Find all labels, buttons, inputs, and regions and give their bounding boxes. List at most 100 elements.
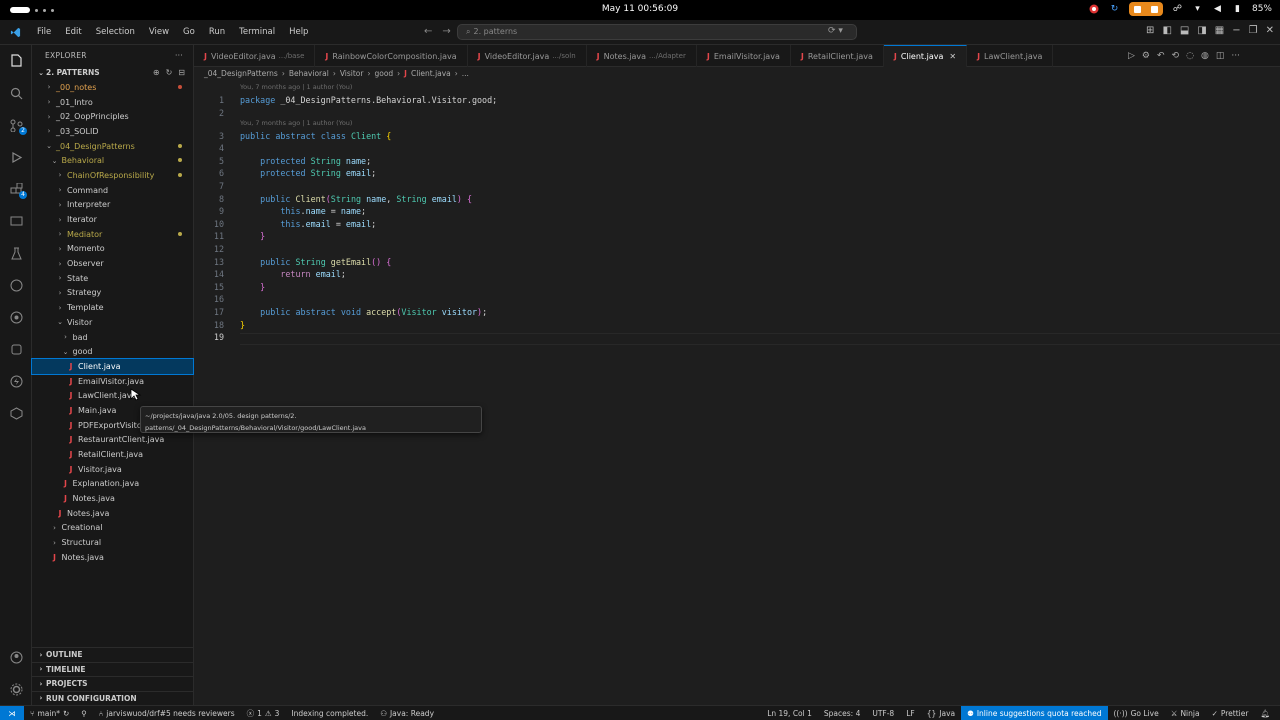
workspace-root[interactable]: ⌄ 2. PATTERNS ⊕ ↻ ⊟: [32, 65, 193, 80]
indentation[interactable]: Spaces: 4: [818, 709, 866, 718]
source-control-icon[interactable]: 2: [8, 117, 27, 135]
tree-folder[interactable]: › Iterator: [32, 212, 193, 227]
tree-file[interactable]: J LawClient.java: [32, 388, 193, 403]
code-line[interactable]: 3 public abstract class Client {: [194, 130, 1280, 143]
cursor-position[interactable]: Ln 19, Col 1: [761, 709, 818, 718]
copilot-chat-icon[interactable]: [8, 309, 24, 325]
tree-folder[interactable]: ⌄ Behavioral: [32, 153, 193, 168]
github-icon[interactable]: [8, 277, 24, 293]
notifications-bell-icon[interactable]: 🔔︎: [1254, 709, 1276, 718]
ninja-status[interactable]: ⚔ Ninja: [1165, 709, 1206, 718]
remote-explorer-icon[interactable]: [8, 213, 24, 229]
tree-file[interactable]: J Client.java: [31, 358, 194, 375]
tree-folder[interactable]: › State: [32, 271, 193, 286]
menu-edit[interactable]: Edit: [58, 27, 88, 37]
new-file-icon[interactable]: ⊕: [153, 68, 160, 77]
code-line[interactable]: 6 protected String email;: [194, 167, 1280, 180]
menu-file[interactable]: File: [30, 27, 58, 37]
editor-tab[interactable]: J VideoEditor.java .../soln: [468, 45, 587, 67]
tree-folder[interactable]: › Interpreter: [32, 198, 193, 213]
timeline-icon[interactable]: ⟲: [1172, 51, 1180, 61]
open-changes-icon[interactable]: ◌: [1186, 51, 1194, 61]
docker-icon[interactable]: [8, 341, 24, 357]
command-center[interactable]: ⌕ 2. patterns: [457, 24, 857, 40]
breadcrumb-item[interactable]: _04_DesignPatterns: [204, 69, 278, 78]
tree-file[interactable]: J Notes.java: [32, 506, 193, 521]
tree-folder[interactable]: › _03_SOLID: [32, 124, 193, 139]
copilot-icon[interactable]: ⟳ ▾: [828, 26, 843, 36]
section-run-configuration[interactable]: › RUN CONFIGURATION: [32, 690, 194, 706]
menu-help[interactable]: Help: [282, 27, 315, 37]
encoding[interactable]: UTF-8: [866, 709, 900, 718]
tree-folder[interactable]: ⌄ good: [32, 344, 193, 359]
tree-folder[interactable]: › _02_OopPrinciples: [32, 109, 193, 124]
code-line[interactable]: 4: [194, 142, 1280, 155]
code-lens-author[interactable]: You, 7 months ago | 1 author (You): [240, 83, 352, 91]
breadcrumb-item[interactable]: Behavioral: [289, 69, 329, 78]
end-of-line[interactable]: LF: [900, 709, 921, 718]
language-mode[interactable]: {} Java: [921, 709, 961, 718]
volume-icon[interactable]: ◀: [1212, 4, 1223, 15]
account-icon[interactable]: [8, 649, 24, 665]
settings-gear-icon[interactable]: [8, 681, 24, 697]
indexing-status[interactable]: Indexing completed.: [285, 709, 374, 718]
toggle-primary-sidebar-icon[interactable]: ◧: [1162, 25, 1171, 36]
code-line[interactable]: 18}: [194, 319, 1280, 332]
tree-folder[interactable]: › Observer: [32, 256, 193, 271]
java-status[interactable]: ⚇ Java: Ready: [374, 709, 440, 718]
chrome-icon[interactable]: [1089, 4, 1100, 15]
compare-icon[interactable]: ◍: [1201, 51, 1209, 61]
editor-tab[interactable]: J RetailClient.java: [791, 45, 884, 67]
tree-folder[interactable]: › _00_notes: [32, 80, 193, 95]
tree-folder[interactable]: › Structural: [32, 535, 193, 550]
tree-folder[interactable]: › Template: [32, 300, 193, 315]
code-line[interactable]: 5 protected String name;: [194, 155, 1280, 168]
workspace-indicator[interactable]: [10, 7, 30, 13]
prettier-status[interactable]: ✓ Prettier: [1206, 709, 1255, 718]
code-line[interactable]: 2: [194, 107, 1280, 120]
wifi-icon[interactable]: ▾: [1192, 4, 1203, 15]
run-debug-icon[interactable]: [8, 149, 24, 165]
editor-tab[interactable]: J VideoEditor.java .../base: [194, 45, 316, 67]
recording-indicator[interactable]: [1128, 2, 1163, 16]
restore-icon[interactable]: ❐: [1249, 25, 1258, 36]
code-line[interactable]: 15 }: [194, 281, 1280, 294]
close-window-icon[interactable]: ✕: [1266, 25, 1274, 36]
remote-indicator-icon[interactable]: ⋊: [0, 705, 24, 720]
accounts-icon[interactable]: ⊞: [1146, 25, 1154, 36]
tree-file[interactable]: J EmailVisitor.java: [32, 374, 193, 389]
tree-folder[interactable]: › bad: [32, 330, 193, 345]
lightning-icon[interactable]: [8, 373, 24, 389]
toggle-panel-icon[interactable]: ⬓: [1180, 25, 1189, 36]
search-icon[interactable]: [8, 85, 24, 101]
tree-folder[interactable]: › Momento: [32, 242, 193, 257]
split-editor-icon[interactable]: ◫: [1216, 51, 1225, 61]
editor-tab[interactable]: J RainbowColorComposition.java: [315, 45, 468, 67]
menu-terminal[interactable]: Terminal: [232, 27, 282, 37]
tree-file[interactable]: J RetailClient.java: [32, 447, 193, 462]
menu-selection[interactable]: Selection: [89, 27, 142, 37]
git-branch[interactable]: ⑂ main* ↻: [24, 709, 75, 718]
breadcrumb-item[interactable]: Visitor: [340, 69, 364, 78]
code-line[interactable]: 14 return email;: [194, 268, 1280, 281]
code-line[interactable]: 19: [194, 331, 1280, 344]
tree-file[interactable]: J Visitor.java: [32, 462, 193, 477]
tree-file[interactable]: J Notes.java: [32, 491, 193, 506]
editor-tab[interactable]: J LawClient.java: [967, 45, 1054, 67]
code-editor[interactable]: You, 7 months ago | 1 author (You) You, …: [194, 80, 1280, 705]
tree-file[interactable]: J RestaurantClient.java: [32, 433, 193, 448]
forward-arrow-icon[interactable]: →: [442, 26, 450, 37]
code-line[interactable]: 7: [194, 180, 1280, 193]
testing-icon[interactable]: [8, 245, 24, 261]
menu-view[interactable]: View: [142, 27, 176, 37]
code-line[interactable]: 13 public String getEmail() {: [194, 256, 1280, 269]
problems-indicator[interactable]: ⓧ 1 ⚠ 3: [241, 708, 286, 719]
editor-tab[interactable]: J Notes.java .../Adapter: [587, 45, 697, 67]
more-actions-icon[interactable]: ···: [175, 51, 183, 60]
refresh-icon[interactable]: ↻: [1109, 4, 1120, 15]
tree-folder[interactable]: › ChainOfResponsibility: [32, 168, 193, 183]
code-line[interactable]: 16: [194, 293, 1280, 306]
code-line[interactable]: 10 this.email = email;: [194, 218, 1280, 231]
code-lens-author[interactable]: You, 7 months ago | 1 author (You): [240, 119, 352, 127]
explorer-icon[interactable]: [8, 53, 24, 69]
